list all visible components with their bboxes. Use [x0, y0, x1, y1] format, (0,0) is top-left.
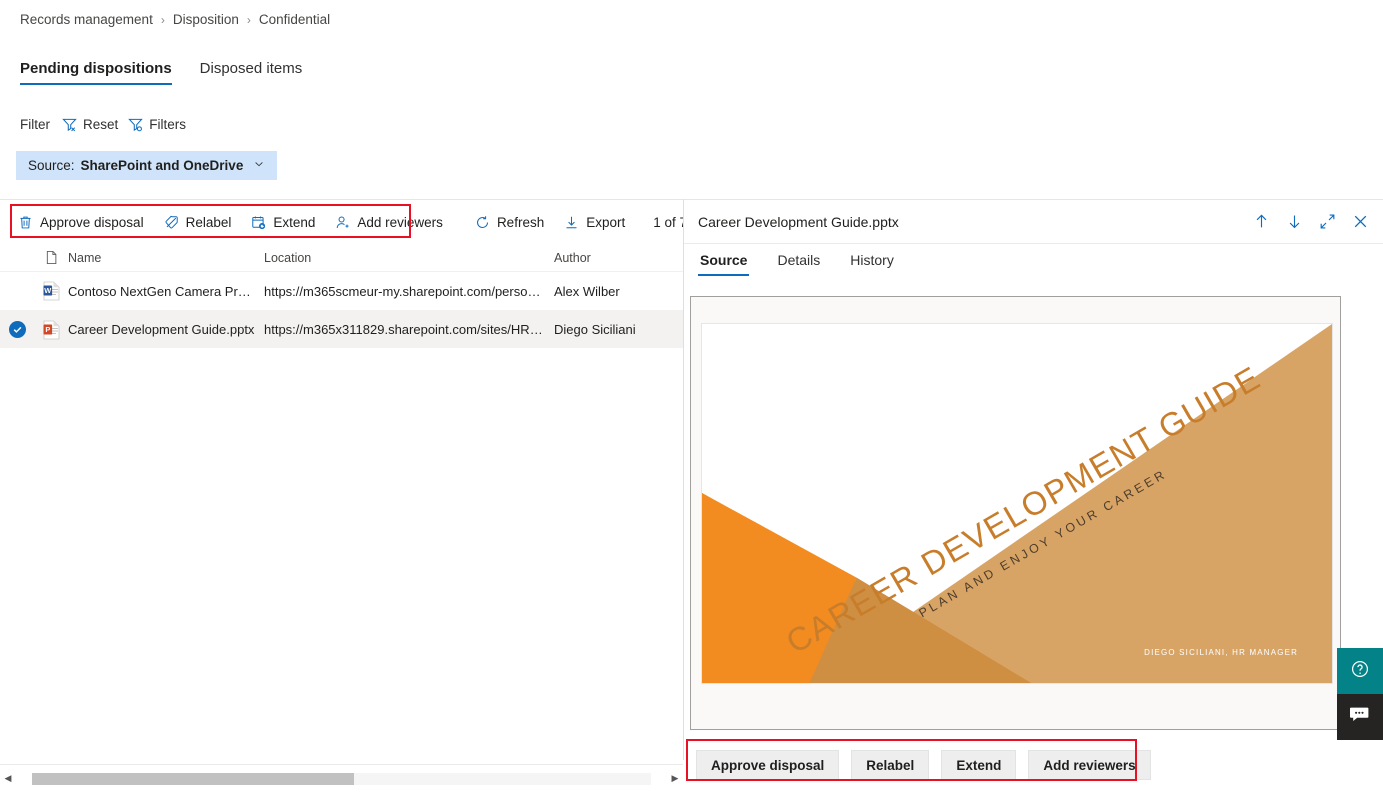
column-header-author[interactable]: Author [554, 251, 674, 265]
file-detail-panel: Career Development Guide.pptx Source Det… [684, 199, 1383, 792]
dispositions-table: Name Location Author W Contoso NextGen C… [0, 244, 683, 348]
extend-label: Extend [273, 214, 316, 230]
breadcrumb-separator-icon: › [246, 12, 251, 27]
row-author: Alex Wilber [554, 283, 620, 299]
detail-panel-title: Career Development Guide.pptx [698, 213, 899, 230]
filter-clear-icon [62, 117, 77, 132]
reset-label: Reset [83, 117, 119, 132]
filter-bar: Filter Reset Filters [20, 117, 186, 132]
download-icon [564, 215, 579, 230]
page-tabs: Pending dispositions Disposed items [20, 60, 302, 85]
row-name: Contoso NextGen Camera Product Pla... [68, 283, 264, 299]
filter-label: Filter [20, 117, 50, 132]
command-bar: Approve disposal Relabel Extend Add revi… [0, 200, 741, 244]
approve-disposal-button[interactable]: Approve disposal [8, 206, 154, 238]
reset-filter-button[interactable]: Reset [62, 117, 118, 132]
list-horizontal-scrollbar[interactable]: ◀ ▶ [0, 764, 683, 792]
source-filter-value: SharePoint and OneDrive [80, 158, 244, 173]
detail-panel-tabs: Source Details History [698, 244, 896, 276]
calendar-refresh-icon [251, 215, 266, 230]
document-preview-container: CAREER DEVELOPMENT GUIDE PLAN AND ENJOY … [690, 296, 1341, 730]
breadcrumb-item-disposition[interactable]: Disposition [173, 12, 239, 27]
refresh-icon [475, 215, 490, 230]
relabel-label: Relabel [185, 214, 232, 230]
row-author: Diego Siciliani [554, 322, 636, 337]
refresh-button[interactable]: Refresh [465, 206, 554, 238]
detail-panel-header-icons [1253, 213, 1369, 230]
breadcrumb: Records management › Disposition › Confi… [20, 12, 330, 27]
row-name: Career Development Guide.pptx [68, 322, 255, 337]
detail-tab-history[interactable]: History [848, 244, 896, 276]
filters-button[interactable]: Filters [128, 117, 186, 132]
tag-icon [164, 215, 179, 230]
column-header-name[interactable]: Name [68, 251, 264, 265]
add-reviewers-action-button[interactable]: Add reviewers [1028, 750, 1151, 780]
help-button[interactable] [1337, 648, 1383, 694]
table-row[interactable]: P Career Development Guide.pptx https://… [0, 310, 683, 348]
side-buttons [1337, 648, 1383, 740]
scroll-left-arrow-icon[interactable]: ◀ [0, 773, 16, 784]
breadcrumb-separator-icon: › [160, 12, 165, 27]
filter-settings-icon [128, 117, 144, 132]
source-filter-prefix: Source: [28, 158, 75, 173]
approve-disposal-action-button[interactable]: Approve disposal [696, 750, 840, 780]
tab-pending-dispositions[interactable]: Pending dispositions [20, 60, 172, 85]
scrollbar-thumb[interactable] [32, 772, 354, 785]
detail-panel-header: Career Development Guide.pptx [684, 200, 1383, 244]
previous-item-icon[interactable] [1253, 213, 1270, 230]
word-file-icon: W [34, 281, 68, 301]
checkmark-icon [8, 321, 26, 338]
extend-button[interactable]: Extend [241, 206, 325, 238]
slide-preview: CAREER DEVELOPMENT GUIDE PLAN AND ENJOY … [701, 323, 1333, 684]
dispositions-list-pane: Approve disposal Relabel Extend Add revi… [0, 199, 741, 792]
question-mark-icon [1350, 659, 1370, 684]
refresh-label: Refresh [496, 214, 545, 230]
column-header-location[interactable]: Location [264, 251, 554, 265]
approve-disposal-label: Approve disposal [40, 214, 144, 230]
person-add-icon [335, 215, 350, 230]
svg-text:P: P [45, 325, 50, 334]
slide-footer: DIEGO SICILIANI, HR MANAGER [1144, 648, 1298, 657]
records-management-page: Records management › Disposition › Confi… [0, 0, 1383, 792]
scrollbar-track[interactable] [32, 772, 651, 785]
expand-icon[interactable] [1319, 213, 1336, 230]
export-button[interactable]: Export [554, 206, 635, 238]
filters-label: Filters [149, 117, 187, 132]
add-reviewers-button[interactable]: Add reviewers [325, 206, 453, 238]
svg-text:W: W [44, 286, 51, 295]
next-item-icon[interactable] [1286, 213, 1303, 230]
relabel-button[interactable]: Relabel [154, 206, 242, 238]
trash-icon [18, 215, 33, 230]
feedback-button[interactable] [1337, 694, 1383, 740]
detail-tab-details[interactable]: Details [775, 244, 822, 276]
source-filter-pill[interactable]: Source: SharePoint and OneDrive [16, 151, 278, 180]
slide-graphic: CAREER DEVELOPMENT GUIDE PLAN AND ENJOY … [702, 324, 1332, 683]
breadcrumb-item-records-management[interactable]: Records management [20, 12, 153, 27]
row-location: https://m365x311829.sharepoint.com/sites… [264, 322, 554, 337]
detail-tab-source[interactable]: Source [698, 244, 750, 276]
row-checkbox[interactable] [0, 321, 34, 338]
powerpoint-file-icon: P [34, 320, 68, 340]
row-location: https://m365scmeur-my.sharepoint.com/per… [264, 283, 554, 299]
close-icon[interactable] [1352, 213, 1369, 230]
tab-disposed-items[interactable]: Disposed items [200, 60, 303, 85]
extend-action-button[interactable]: Extend [941, 750, 1017, 780]
add-reviewers-label: Add reviewers [357, 214, 443, 230]
scroll-right-arrow-icon[interactable]: ▶ [667, 773, 683, 784]
document-icon [34, 250, 68, 265]
chat-icon [1349, 705, 1371, 730]
table-row[interactable]: W Contoso NextGen Camera Product Pla... … [0, 272, 683, 310]
breadcrumb-item-confidential[interactable]: Confidential [259, 12, 330, 27]
export-label: Export [586, 214, 626, 230]
relabel-action-button[interactable]: Relabel [851, 750, 930, 780]
chevron-down-icon [253, 158, 265, 173]
table-header-row: Name Location Author [0, 244, 683, 272]
detail-action-buttons: Approve disposal Relabel Extend Add revi… [690, 744, 1151, 780]
